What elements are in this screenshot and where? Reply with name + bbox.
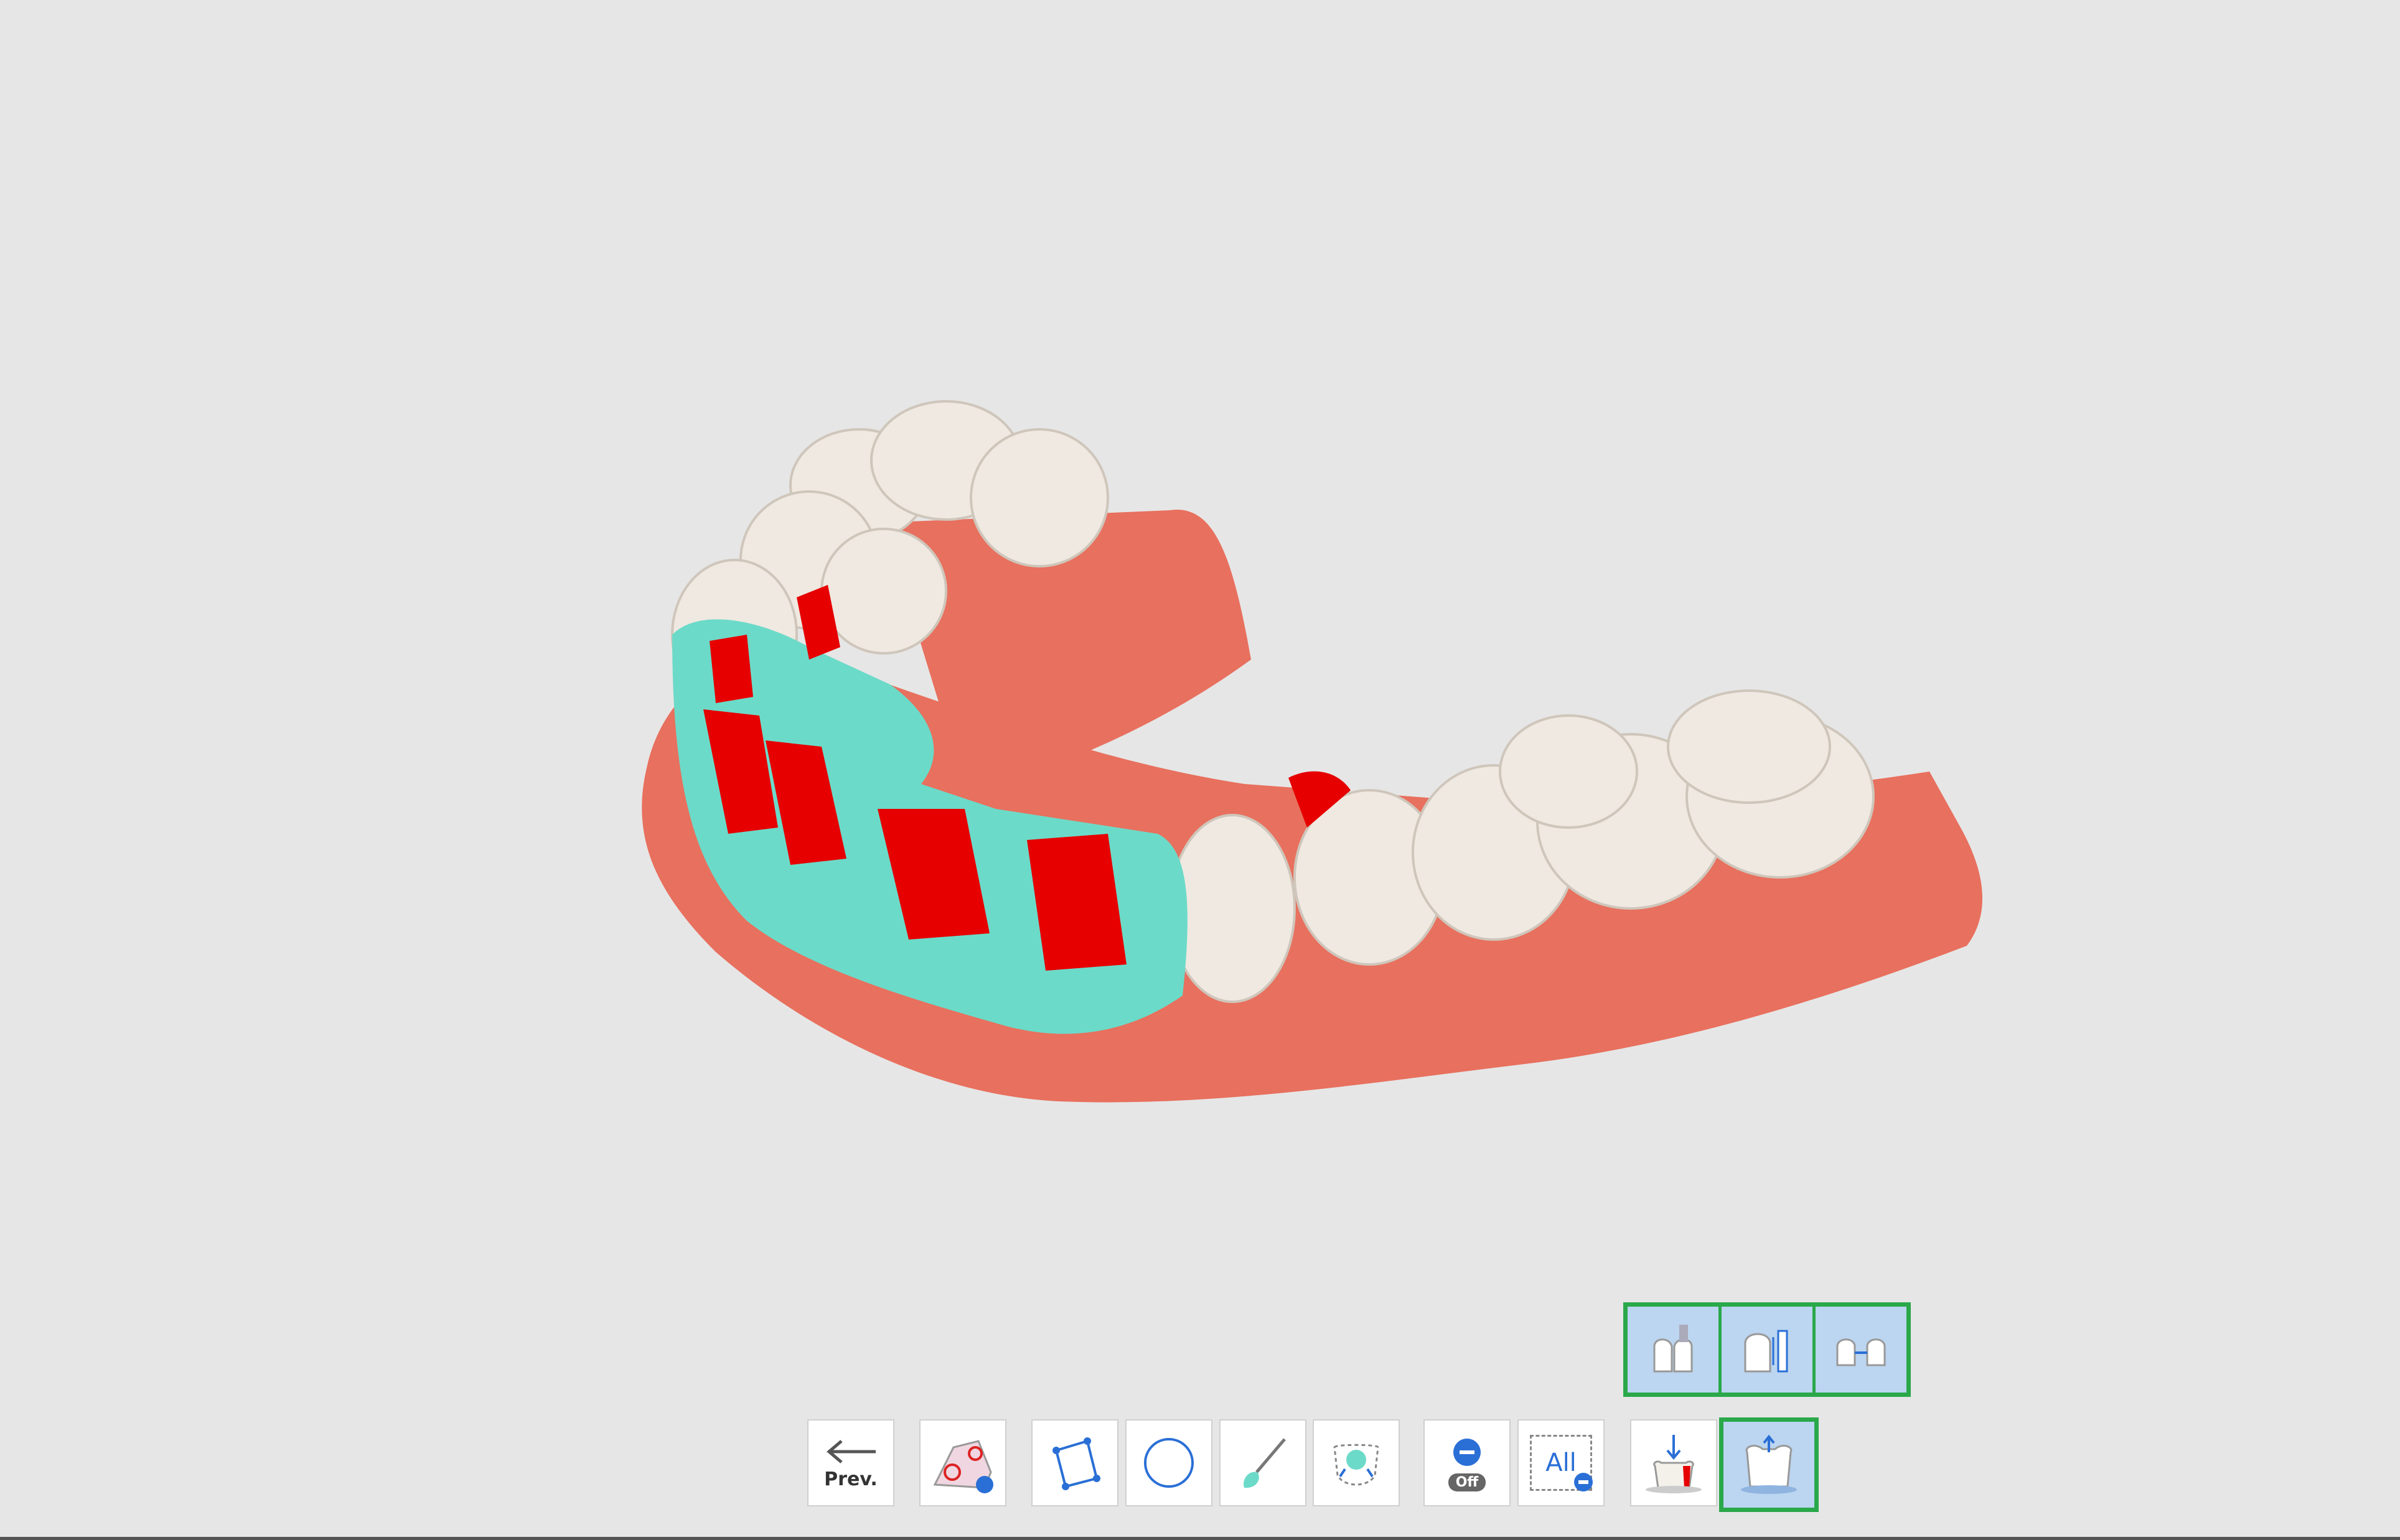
margin-settings-button[interactable] <box>919 1419 1006 1506</box>
offset-options-group <box>1623 1302 1911 1397</box>
minus-circle-icon <box>1574 1473 1593 1491</box>
brush-select-button[interactable] <box>1219 1419 1306 1506</box>
all-frame: All <box>1530 1435 1593 1491</box>
polygon-select-button[interactable] <box>1031 1419 1118 1506</box>
prev-button[interactable]: Prev. <box>807 1419 894 1506</box>
offset-button[interactable] <box>1719 1417 1819 1512</box>
arrow-left-icon <box>827 1439 876 1463</box>
polygon-icon <box>1052 1437 1100 1490</box>
tooth-ruler-icon <box>1744 1330 1788 1373</box>
deselect-all-button[interactable]: All <box>1517 1419 1605 1506</box>
offset-icon <box>1741 1434 1797 1494</box>
minus-toggle-off-icon <box>1453 1438 1481 1466</box>
sub-tool-1-button[interactable] <box>1628 1307 1718 1393</box>
tooth-drill-icon <box>1653 1325 1693 1373</box>
bottom-border <box>0 1537 2400 1540</box>
dental-arch-model[interactable] <box>0 0 2400 1540</box>
3d-viewport[interactable] <box>0 0 2400 1540</box>
select-all-label: All <box>1545 1449 1577 1477</box>
sub-tool-2-button[interactable] <box>1722 1307 1812 1393</box>
fill-undercut-icon <box>1646 1435 1702 1493</box>
circle-icon <box>1144 1438 1194 1488</box>
toggle-off-badge: Off <box>1448 1473 1486 1491</box>
prev-label: Prev. <box>824 1468 878 1490</box>
smart-select-button[interactable] <box>1313 1419 1400 1506</box>
fill-undercut-button[interactable] <box>1630 1419 1717 1506</box>
toggle-off-label: Off <box>1455 1474 1479 1490</box>
circle-select-button[interactable] <box>1125 1419 1212 1506</box>
margin-settings-icon <box>933 1440 993 1493</box>
erase-toggle-button[interactable]: Off <box>1423 1419 1511 1506</box>
tooth-horizontal-icon <box>1836 1338 1886 1366</box>
sub-tool-3-button[interactable] <box>1816 1307 1906 1393</box>
brush-icon <box>1244 1438 1286 1488</box>
smart-selection-icon <box>1333 1444 1379 1486</box>
